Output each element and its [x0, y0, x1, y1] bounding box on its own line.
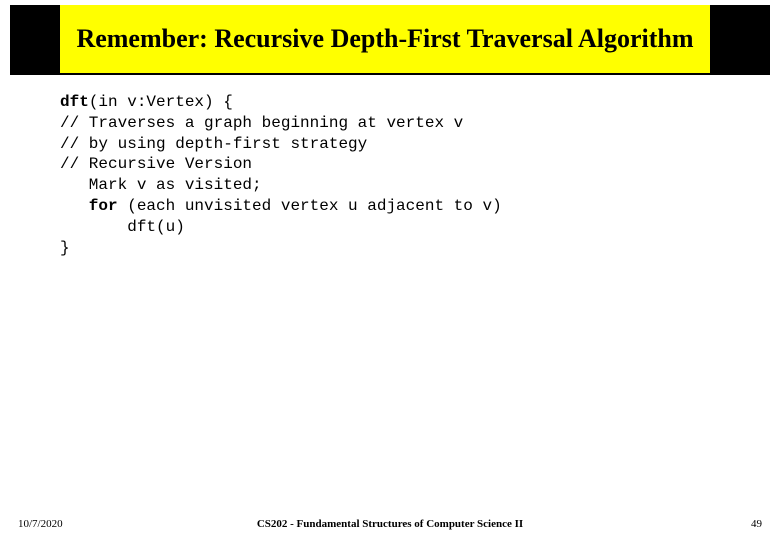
keyword-for: for [60, 197, 118, 215]
title-band: Remember: Recursive Depth-First Traversa… [10, 5, 770, 75]
code-mark: Mark v as visited; [60, 176, 262, 194]
code-comment-1: // Traverses a graph beginning at vertex… [60, 114, 463, 132]
slide-title: Remember: Recursive Depth-First Traversa… [60, 5, 710, 73]
keyword-dft: dft [60, 93, 89, 111]
footer-page: 49 [751, 518, 762, 530]
footer: 10/7/2020 CS202 - Fundamental Structures… [0, 510, 780, 530]
footer-course: CS202 - Fundamental Structures of Comput… [257, 518, 523, 530]
code-block: dft(in v:Vertex) { // Traverses a graph … [60, 92, 740, 258]
code-comment-3: // Recursive Version [60, 155, 252, 173]
code-comment-2: // by using depth-first strategy [60, 135, 367, 153]
code-call: dft(u) [60, 218, 185, 236]
code-sig: (in v:Vertex) { [89, 93, 233, 111]
code-for-rest: (each unvisited vertex u adjacent to v) [118, 197, 502, 215]
footer-date: 10/7/2020 [18, 518, 63, 530]
code-close: } [60, 239, 70, 257]
